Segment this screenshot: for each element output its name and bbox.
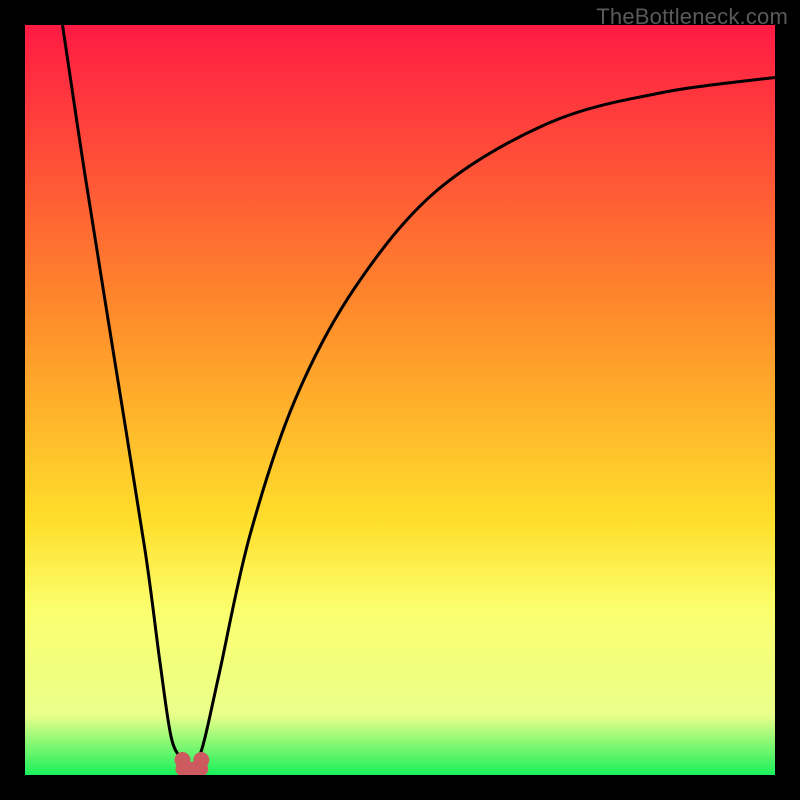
watermark-text: TheBottleneck.com — [596, 4, 788, 30]
chart-container: TheBottleneck.com — [0, 0, 800, 800]
plot-background — [25, 25, 775, 775]
plot-area — [25, 25, 775, 775]
bottleneck-chart — [25, 25, 775, 775]
min-range-right — [193, 752, 209, 768]
min-range-left — [175, 752, 191, 768]
